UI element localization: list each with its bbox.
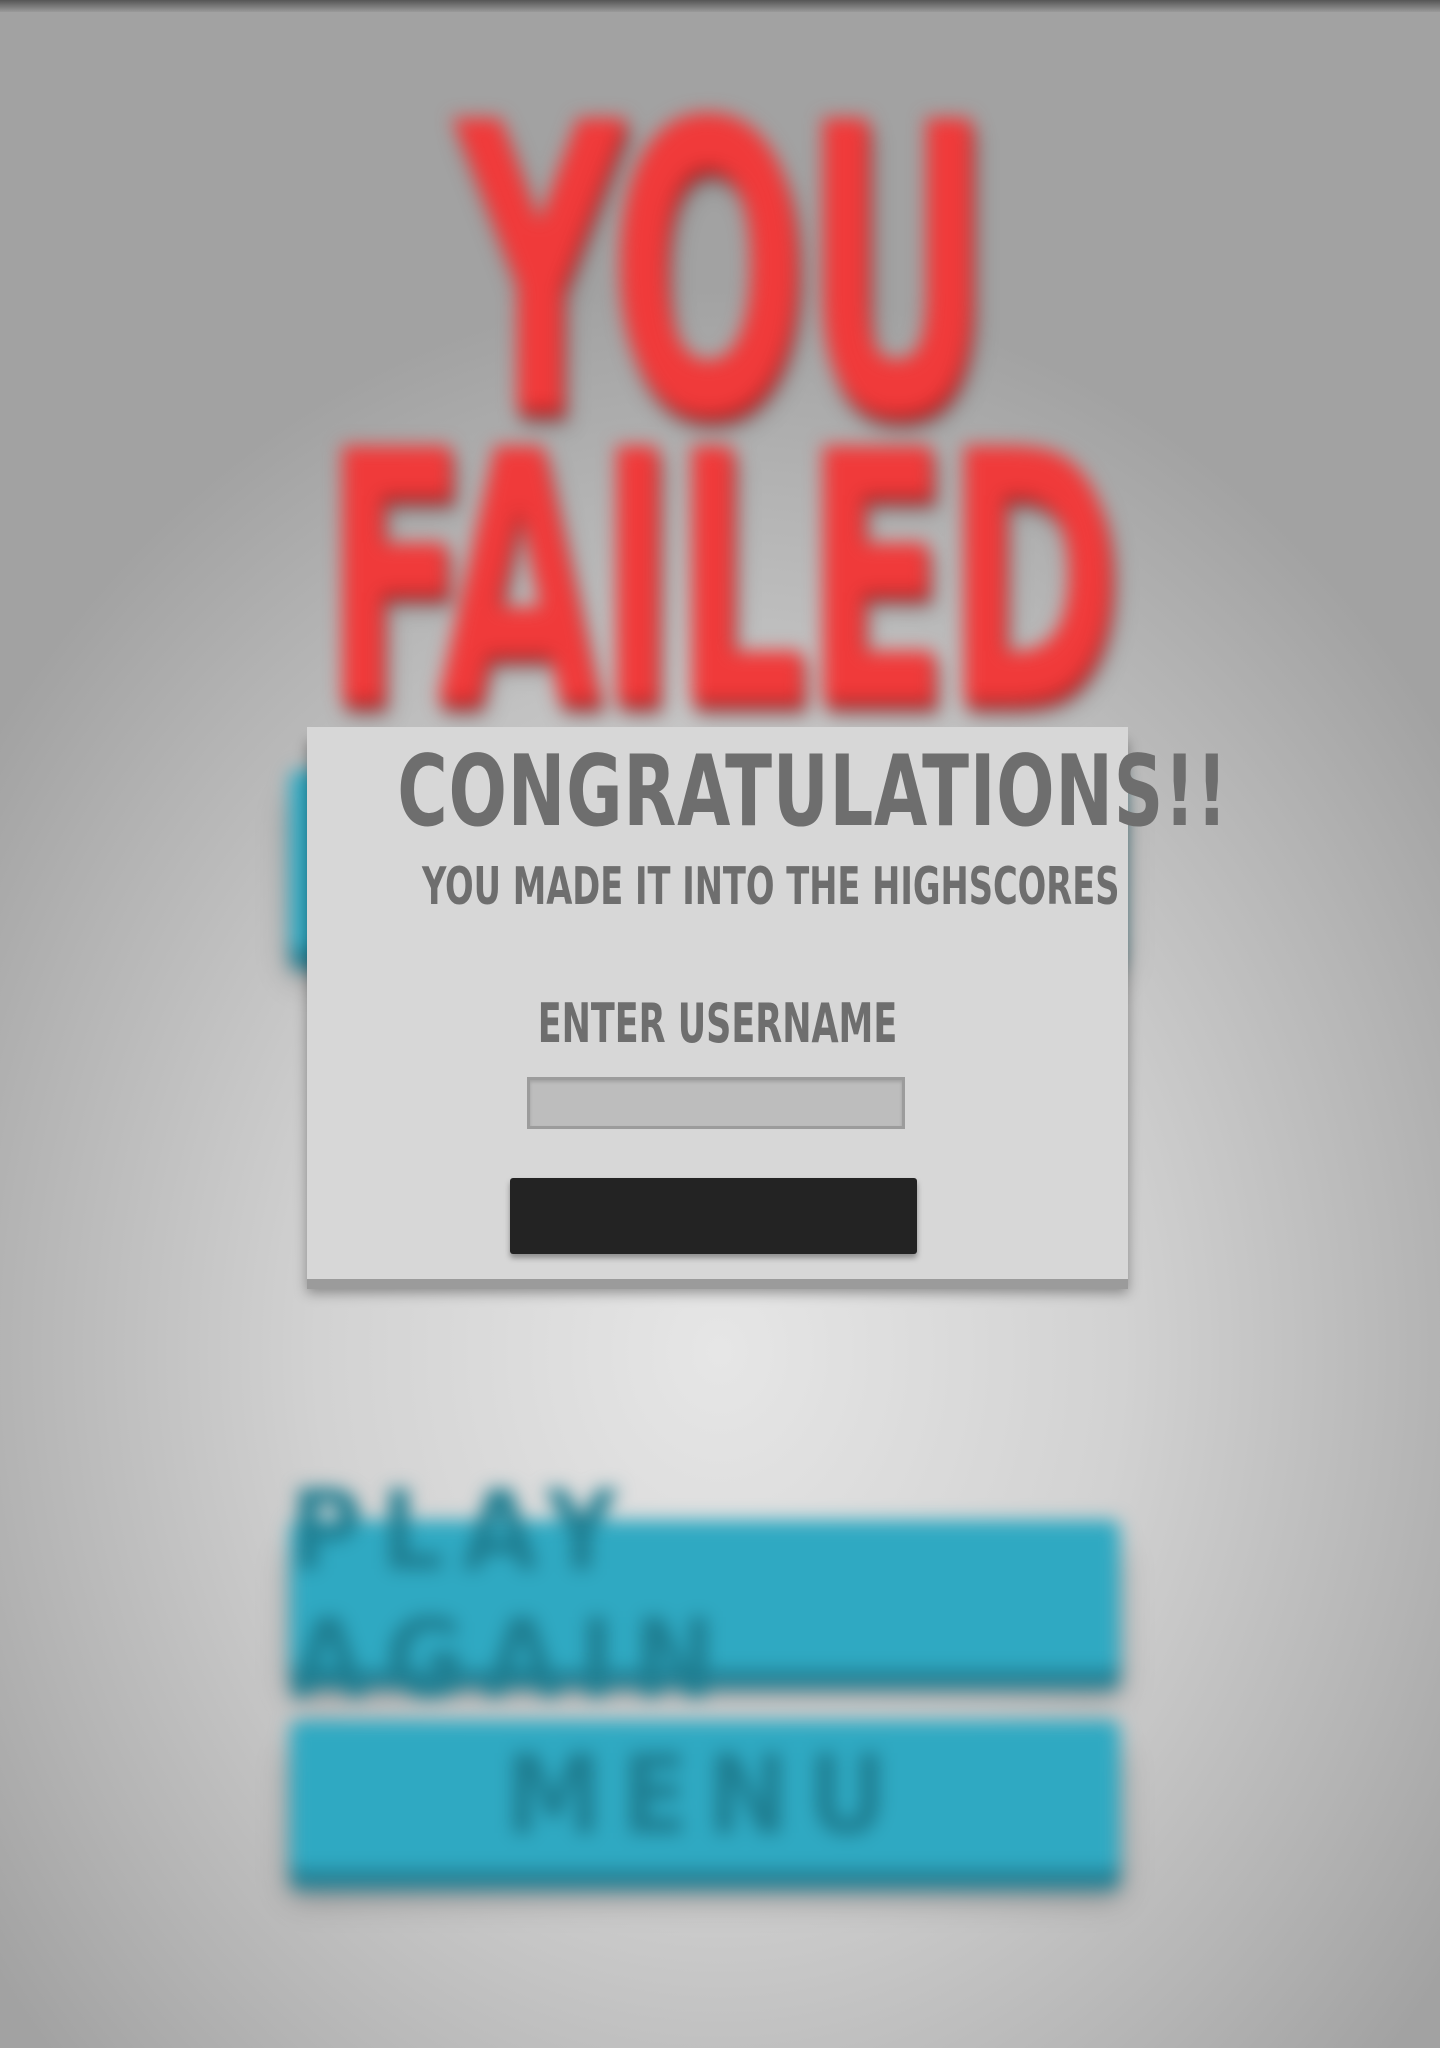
- username-label: ENTER USERNAME: [537, 992, 898, 1055]
- play-again-label: PLAY AGAIN: [290, 1467, 735, 1723]
- play-again-button: PLAY AGAIN: [290, 1467, 1120, 1723]
- menu-label: MENU: [504, 1731, 906, 1859]
- highscore-dialog: CONGRATULATIONS!! YOU MADE IT INTO THE H…: [307, 727, 1229, 1279]
- dialog-title: CONGRATULATIONS!!: [397, 735, 1229, 849]
- submit-button[interactable]: [510, 1178, 917, 1254]
- you-failed-heading-line2: FAILED: [322, 375, 1121, 784]
- username-input[interactable]: [527, 1077, 905, 1129]
- dialog-subtitle: YOU MADE IT INTO THE HIGHSCORES: [421, 857, 1120, 917]
- menu-button: MENU: [290, 1720, 1120, 1870]
